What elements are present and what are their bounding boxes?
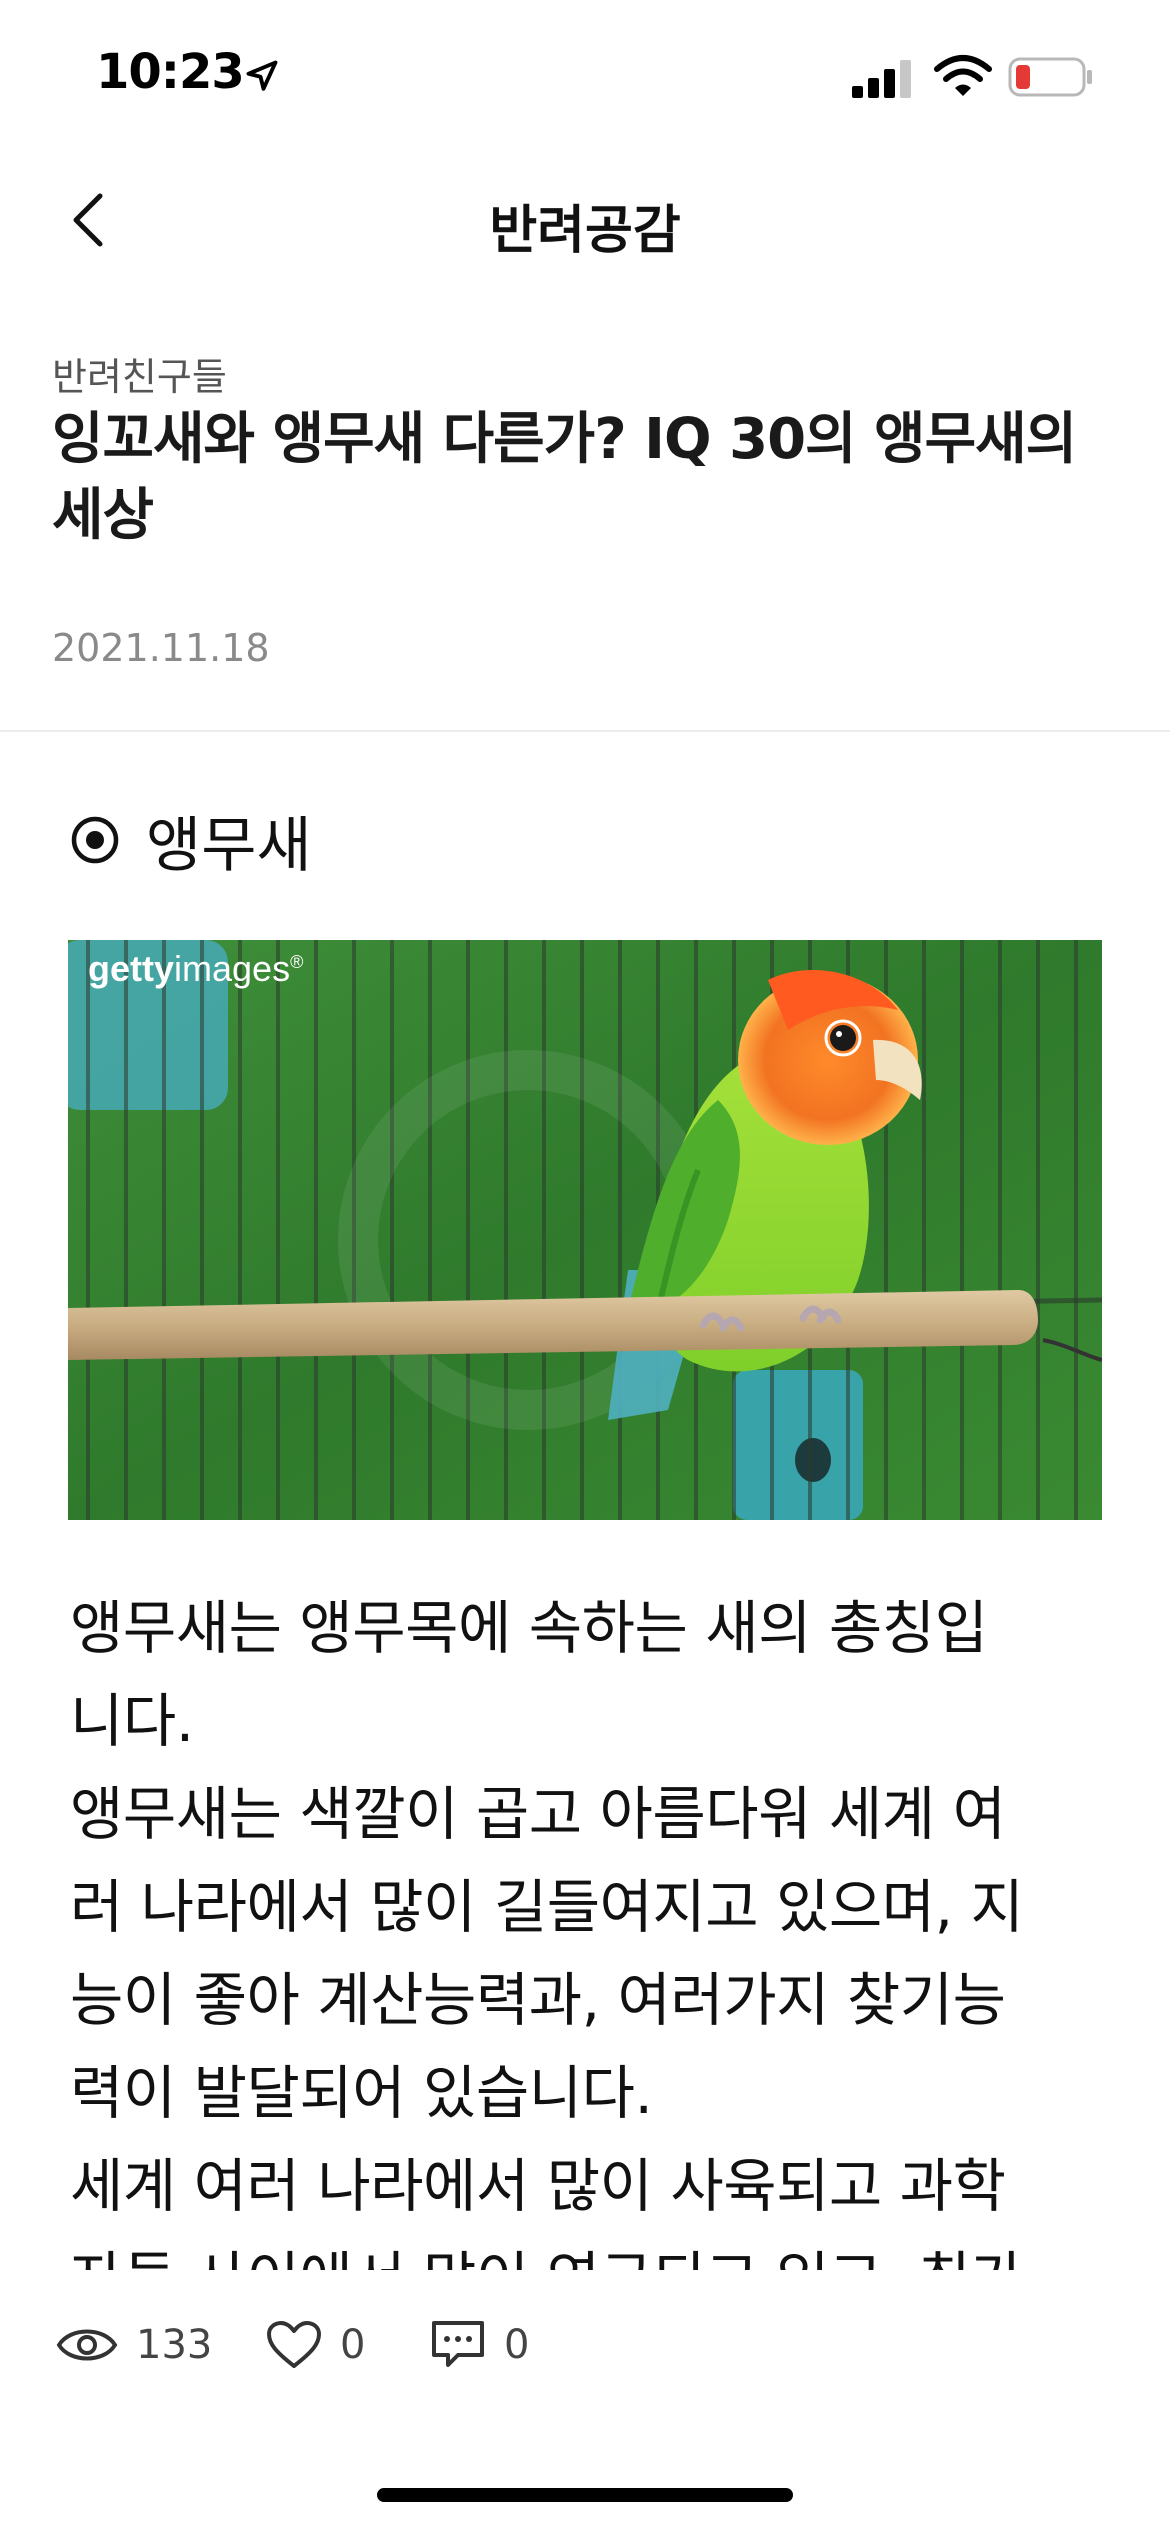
status-bar: 10:23: [0, 0, 1170, 150]
likes-count: 0: [340, 2322, 366, 2368]
page-title: 반려공감: [489, 201, 681, 261]
radio-dot-icon: [71, 816, 119, 864]
body-line: 세계 여러 나라에서 많이 사육되고 과학: [70, 2152, 1006, 2220]
cellular-signal-icon: [852, 60, 911, 98]
comments-count: 0: [504, 2322, 530, 2368]
getty-watermark: gettyimages®: [88, 948, 304, 989]
wifi-icon: [934, 55, 992, 96]
eye-icon: [56, 2329, 118, 2361]
section-label: 앵무새: [146, 810, 312, 881]
comment-icon: [432, 2321, 484, 2367]
article-title-line: 잉꼬새와 앵무새 다른가? IQ 30의 앵무새의: [52, 407, 1077, 472]
views-stat: 133: [56, 2310, 212, 2380]
nav-bar: 반려공감: [0, 150, 1170, 280]
heart-icon: [267, 2321, 321, 2368]
body-line: 러 나라에서 많이 길들여지고 있으며, 지: [70, 1873, 1024, 1941]
article-date: 2021.11.18: [52, 626, 270, 670]
body-line: 능이 좋아 계산능력과, 여러가지 찾기능: [70, 1966, 1006, 2034]
battery-low-icon: [1008, 57, 1092, 97]
body-line: 니다.: [70, 1687, 194, 1755]
body-line: 앵무새는 앵무목에 속하는 새의 총칭입: [70, 1594, 988, 1662]
home-indicator[interactable]: [377, 2488, 793, 2502]
body-line: 력이 발달되어 있습니다.: [70, 2059, 653, 2127]
article-body: 앵무새는 앵무목에 속하는 새의 총칭입 니다. 앵무새는 색깔이 곱고 아름다…: [70, 1582, 1120, 2326]
body-line: 앵무새는 색깔이 곱고 아름다워 세계 여: [70, 1780, 1006, 1848]
parrot-photo: [68, 940, 1102, 1520]
section-heading: 앵무새: [70, 795, 312, 885]
article-photo[interactable]: gettyimages®: [68, 940, 1102, 1520]
article-title: 잉꼬새와 앵무새 다른가? IQ 30의 앵무새의 세상: [52, 402, 1092, 554]
article-title-line: 세상: [52, 483, 154, 548]
like-button[interactable]: 0: [266, 2310, 365, 2380]
views-count: 133: [136, 2322, 213, 2368]
comment-button[interactable]: 0: [430, 2310, 529, 2380]
article-category[interactable]: 반려친구들: [52, 346, 227, 401]
location-arrow-icon: [246, 60, 278, 91]
status-time: 10:23: [96, 44, 245, 100]
header-divider: [0, 730, 1170, 732]
